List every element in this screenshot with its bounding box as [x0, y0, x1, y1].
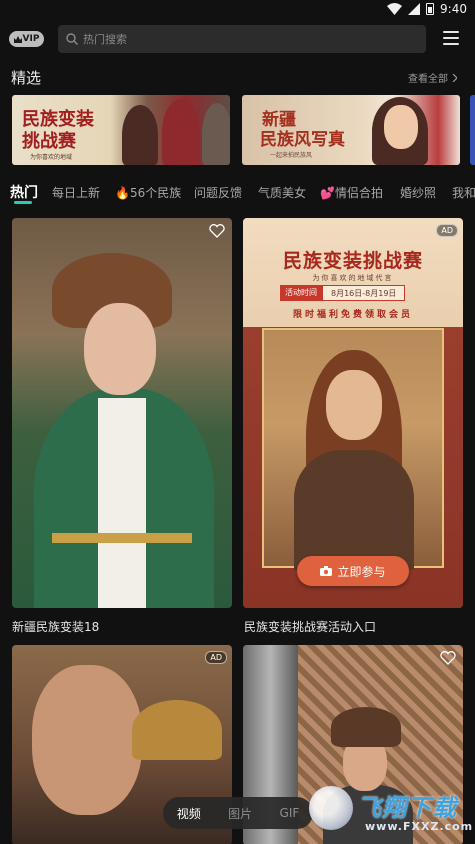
poster-photo-frame — [262, 328, 444, 570]
menu-icon[interactable] — [443, 31, 459, 45]
photo-headdress — [132, 700, 222, 760]
ad-card[interactable]: 民族变装挑战赛 为你喜欢的地域代言 活动时间 8月16日-8月19日 限时福利免… — [243, 218, 463, 608]
photo-body — [294, 450, 414, 570]
watermark-url: www.FXXZ.com — [365, 820, 474, 833]
vip-button[interactable]: VIP — [9, 31, 44, 47]
see-all-link[interactable]: 查看全部 — [408, 70, 457, 85]
heart-outline-icon[interactable] — [440, 651, 456, 665]
media-tab-image[interactable]: 图片 — [228, 805, 252, 822]
search-input[interactable] — [83, 32, 383, 46]
banner-figure — [122, 105, 158, 165]
watermark-logo — [309, 786, 353, 830]
active-tab-indicator — [14, 201, 32, 204]
tab-56-ethnic[interactable]: 🔥56个民族 — [115, 184, 181, 201]
wifi-icon — [387, 3, 403, 15]
banner-subtitle: 一起来拍民族风 — [270, 152, 313, 159]
photo-hat — [331, 707, 401, 747]
watermark-text: 飞翔下载 — [357, 794, 457, 822]
watermark: 飞翔下载 www.FXXZ.com — [305, 780, 475, 840]
photo-face — [326, 370, 382, 440]
banner-figure — [162, 99, 200, 165]
join-now-button[interactable]: 立即参与 — [297, 556, 409, 586]
banner-line2: 民族风写真 — [260, 130, 345, 150]
poster-event-time: 活动时间 8月16日-8月19日 — [280, 285, 406, 301]
template-card[interactable] — [12, 218, 232, 608]
chevron-right-icon — [452, 73, 457, 82]
crown-icon — [13, 35, 22, 43]
photo-face — [32, 665, 142, 815]
battery-icon — [426, 3, 435, 15]
banner-figure — [202, 103, 230, 165]
banner-line2: 挑战赛 — [22, 131, 76, 152]
featured-banner-peek[interactable] — [470, 95, 475, 165]
time-label: 活动时间 — [280, 285, 322, 301]
tab-label: 56个民族 — [129, 186, 182, 200]
poster-benefit: 限时福利免费领取会员 — [292, 310, 413, 320]
card-title[interactable]: 民族变装挑战赛活动入口 — [244, 618, 376, 635]
poster-heading: 民族变装挑战赛 — [282, 250, 423, 272]
heart-outline-icon[interactable] — [209, 224, 225, 238]
hearts-icon: 💕 — [320, 186, 335, 200]
tab-daily-new[interactable]: 每日上新 — [52, 184, 100, 201]
media-type-switch: 视频 图片 GIF — [163, 797, 313, 829]
signal-icon — [408, 3, 421, 15]
time-range: 8月16日-8月19日 — [322, 285, 406, 301]
media-tab-video[interactable]: 视频 — [177, 805, 201, 822]
banner-figure — [384, 105, 418, 149]
ad-badge: AD — [436, 224, 458, 237]
tab-elegant-beauty[interactable]: 气质美女 — [258, 184, 306, 201]
photo-shirt — [98, 398, 146, 608]
photo-face — [84, 303, 156, 395]
see-all-label: 查看全部 — [408, 74, 448, 85]
media-tab-gif[interactable]: GIF — [280, 806, 300, 820]
tab-hot[interactable]: 热门 — [10, 182, 38, 202]
tab-feedback[interactable]: 问题反馈 — [194, 184, 242, 201]
poster-subheading: 为你喜欢的地域代言 — [312, 274, 394, 282]
tab-more[interactable]: 我和 — [452, 184, 475, 201]
status-time: 9:40 — [440, 2, 467, 16]
vip-label: VIP — [22, 34, 40, 44]
tab-label: 情侣合拍 — [334, 186, 383, 200]
status-bar: 9:40 — [0, 0, 475, 20]
search-bar[interactable] — [58, 25, 426, 53]
featured-banner-xinjiang-portrait[interactable]: 新疆 民族风写真 一起来拍民族风 — [242, 95, 460, 165]
featured-banner-ethnic-challenge[interactable]: 民族变装 挑战赛 为你喜欢的地域 — [12, 95, 230, 165]
featured-title: 精选 — [11, 69, 42, 87]
category-tabs: 热门 每日上新 🔥56个民族 问题反馈 气质美女 💕情侣合拍 婚纱照 我和 — [0, 178, 475, 206]
tab-wedding[interactable]: 婚纱照 — [400, 184, 436, 201]
camera-icon — [320, 566, 333, 576]
ad-badge: AD — [205, 651, 227, 664]
photo-belt — [52, 533, 192, 543]
search-icon — [66, 33, 78, 45]
tab-couple[interactable]: 💕情侣合拍 — [320, 184, 383, 201]
join-now-label: 立即参与 — [337, 564, 386, 579]
fire-icon: 🔥 — [115, 186, 130, 200]
card-title[interactable]: 新疆民族变装18 — [12, 618, 99, 635]
banner-subtitle: 为你喜欢的地域 — [30, 154, 73, 161]
